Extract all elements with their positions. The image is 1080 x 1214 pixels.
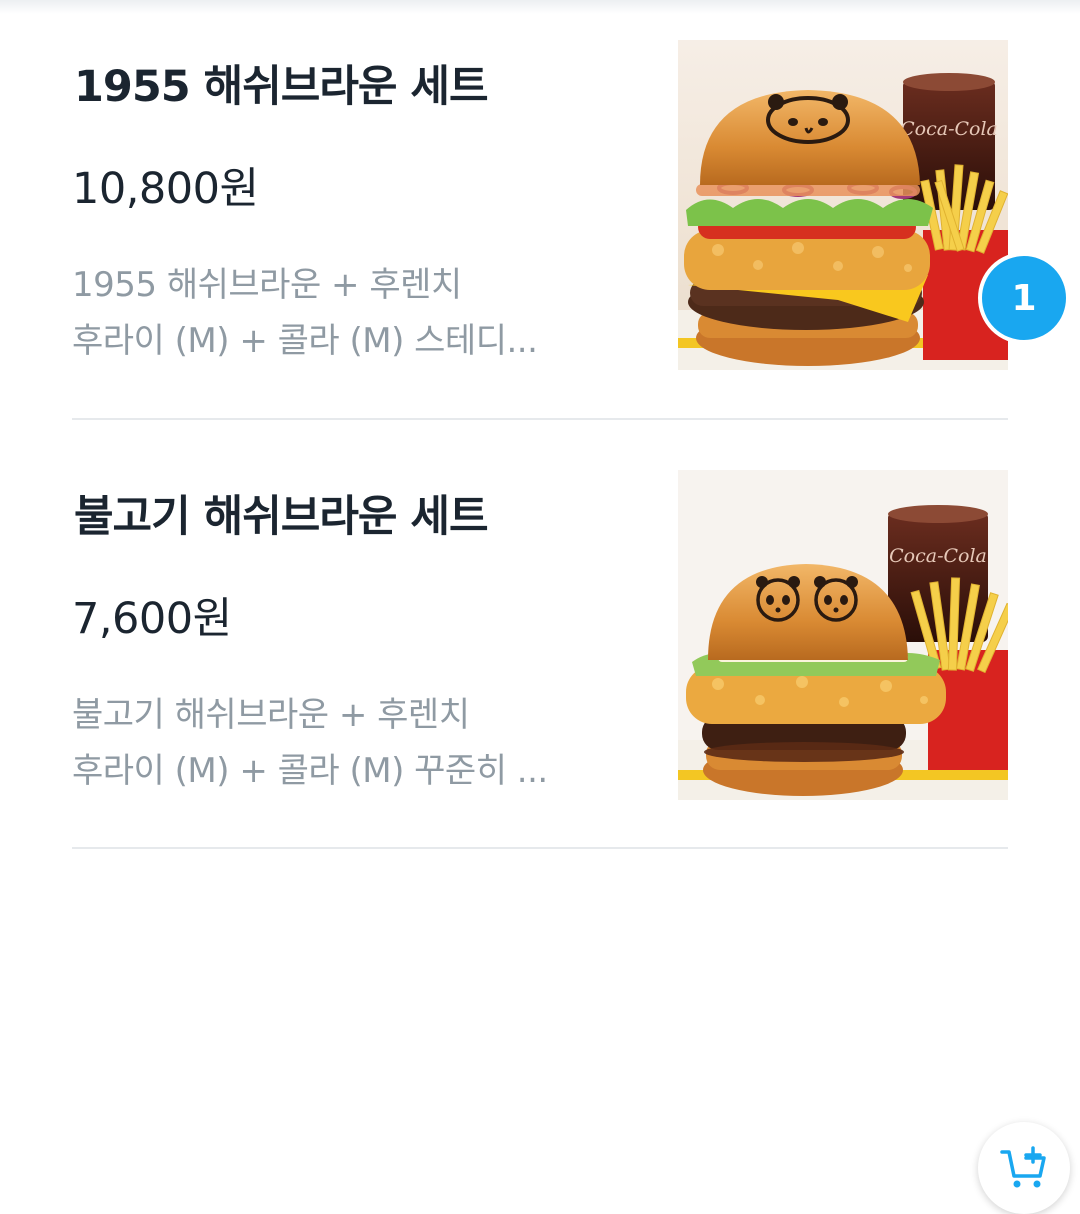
drink-logo: Coca-Cola [900, 118, 998, 140]
item-description: 1955 해쉬브라운 + 후렌치 후라이 (M) + 콜라 (M) 스테디... [72, 257, 612, 369]
item-description-line: 불고기 해쉬브라운 + 후렌치 [72, 695, 470, 735]
item-description: 불고기 해쉬브라운 + 후렌치 후라이 (M) + 콜라 (M) 꾸준히 ... [72, 687, 612, 799]
burger-set-illustration: Coca-Cola [678, 73, 1008, 370]
menu-item-bulgogi-hashbrown-set[interactable]: 불고기 해쉬브라운 세트 7,600원 불고기 해쉬브라운 + 후렌치 후라이 … [72, 430, 1070, 1214]
cart-count-badge[interactable]: 1 [978, 252, 1070, 344]
burger-set-illustration: Coca-Cola [678, 470, 1008, 800]
drink-logo: Coca-Cola [889, 545, 987, 567]
item-description-line: 후라이 (M) + 콜라 (M) 꾸준히 ... [72, 751, 548, 791]
item-title: 불고기 해쉬브라운 세트 [74, 492, 489, 542]
item-image[interactable]: Coca-Cola [678, 40, 1008, 370]
item-image[interactable]: Coca-Cola [678, 470, 1008, 800]
menu-item-1955-hashbrown-set[interactable]: 1955 해쉬브라운 세트 10,800원 1955 해쉬브라운 + 후렌치 후… [72, 0, 1070, 400]
add-to-cart-icon [1000, 1146, 1046, 1188]
add-to-cart-button[interactable] [978, 1122, 1070, 1214]
item-description-line: 1955 해쉬브라운 + 후렌치 [72, 265, 462, 305]
item-price: 10,800원 [72, 164, 259, 214]
item-divider [72, 418, 1008, 420]
item-description-line: 후라이 (M) + 콜라 (M) 스테디... [72, 321, 538, 361]
item-price: 7,600원 [72, 594, 232, 644]
item-title: 1955 해쉬브라운 세트 [74, 62, 489, 112]
